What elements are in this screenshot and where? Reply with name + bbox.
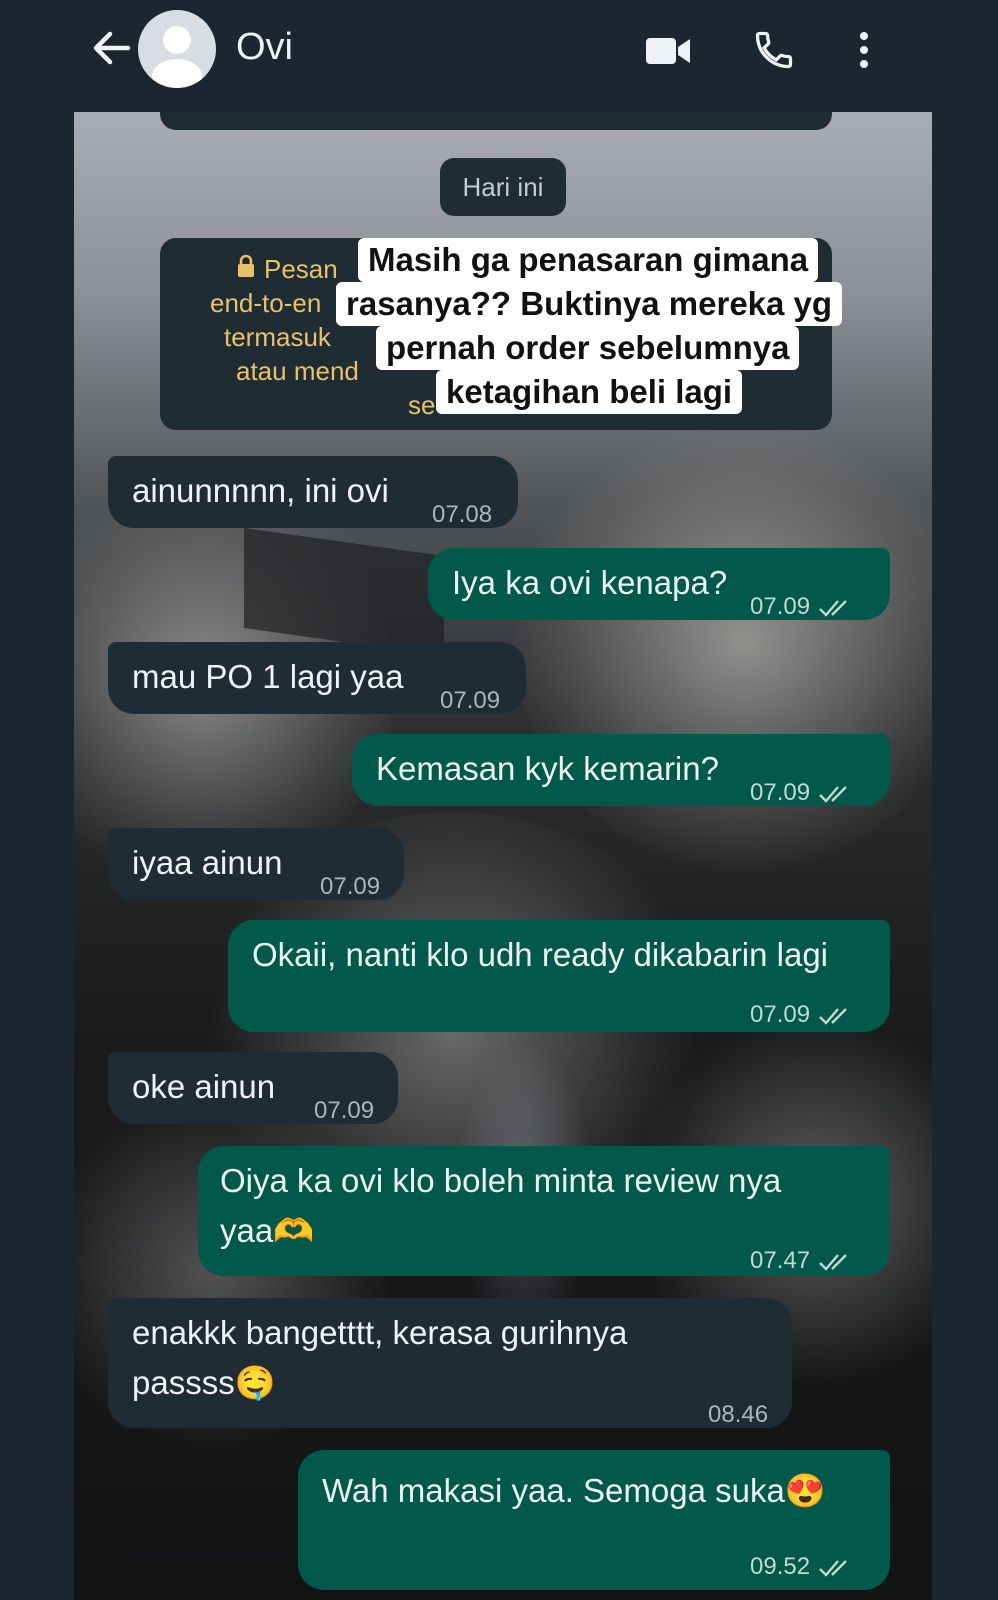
caption-line: pernah order sebelumnya xyxy=(376,326,800,370)
encryption-line: atau mend xyxy=(236,356,359,386)
encryption-line: termasuk xyxy=(224,322,331,352)
message-time: 09.52 xyxy=(750,1553,811,1580)
message-outgoing[interactable]: Okaii, nanti klo udh ready dikabarin lag… xyxy=(228,920,890,1032)
back-arrow-icon[interactable] xyxy=(88,22,140,74)
message-text: enakkk bangetttt, kerasa gurihnya passss… xyxy=(132,1314,628,1401)
message-time: 07.09 xyxy=(750,1001,811,1028)
caption-line: ketagihan beli lagi xyxy=(436,370,743,414)
message-text: ainunnnnn, ini ovi xyxy=(132,472,389,509)
message-outgoing[interactable]: Iya ka ovi kenapa? 07.09 xyxy=(428,548,890,620)
avatar-placeholder-icon xyxy=(152,26,202,88)
message-outgoing[interactable]: Kemasan kyk kemarin? 07.09 xyxy=(352,734,890,806)
encryption-line: end-to-en xyxy=(210,288,322,318)
encryption-line: se xyxy=(408,390,436,420)
message-text: oke ainun xyxy=(132,1068,276,1105)
message-text: Oiya ka ovi klo boleh minta review nya y… xyxy=(220,1162,782,1249)
message-time: 07.09 xyxy=(750,593,811,620)
message-time: 07.09 xyxy=(314,1097,375,1124)
chat-area[interactable]: Hari ini Pesan end-to-en termasuk atau m… xyxy=(74,112,932,1600)
contact-name[interactable]: Ovi xyxy=(236,26,293,69)
video-call-icon[interactable] xyxy=(644,34,692,73)
message-time: 07.09 xyxy=(750,779,811,806)
message-time: 07.08 xyxy=(432,501,493,528)
more-vertical-icon[interactable] xyxy=(852,30,876,77)
message-time: 07.09 xyxy=(440,687,501,714)
message-time: 07.47 xyxy=(750,1247,811,1274)
lock-icon xyxy=(236,254,256,285)
message-incoming[interactable]: iyaa ainun 07.09 xyxy=(108,828,404,900)
message-time: 08.46 xyxy=(708,1401,769,1428)
message-incoming[interactable]: mau PO 1 lagi yaa 07.09 xyxy=(108,642,526,714)
phone-call-icon[interactable] xyxy=(752,28,796,77)
message-outgoing[interactable]: Wah makasi yaa. Semoga suka😍 09.52 xyxy=(298,1450,890,1590)
message-text: Wah makasi yaa. Semoga suka😍 xyxy=(322,1472,826,1509)
encryption-line: Pesan xyxy=(264,254,338,284)
message-text: Kemasan kyk kemarin? xyxy=(376,750,719,787)
previous-message-edge xyxy=(160,112,832,130)
message-incoming[interactable]: oke ainun 07.09 xyxy=(108,1052,398,1124)
date-divider: Hari ini xyxy=(440,158,566,216)
message-time: 07.09 xyxy=(320,873,381,900)
caption-line: Masih ga penasaran gimana xyxy=(358,238,819,282)
double-check-icon xyxy=(819,785,847,803)
avatar[interactable] xyxy=(138,10,216,88)
double-check-icon xyxy=(819,1559,847,1577)
message-text: Iya ka ovi kenapa? xyxy=(452,564,728,601)
double-check-icon xyxy=(819,1253,847,1271)
double-check-icon xyxy=(819,599,847,617)
message-text: iyaa ainun xyxy=(132,844,283,881)
message-text: Okaii, nanti klo udh ready dikabarin lag… xyxy=(252,936,829,973)
message-incoming[interactable]: ainunnnnn, ini ovi 07.08 xyxy=(108,456,518,528)
caption-line: rasanya?? Buktinya mereka yg xyxy=(336,282,843,326)
message-outgoing[interactable]: Oiya ka ovi klo boleh minta review nya y… xyxy=(198,1146,890,1276)
double-check-icon xyxy=(819,1007,847,1025)
message-text: mau PO 1 lagi yaa xyxy=(132,658,404,695)
chat-header: Ovi xyxy=(0,0,998,110)
message-incoming[interactable]: enakkk bangetttt, kerasa gurihnya passss… xyxy=(108,1298,792,1428)
